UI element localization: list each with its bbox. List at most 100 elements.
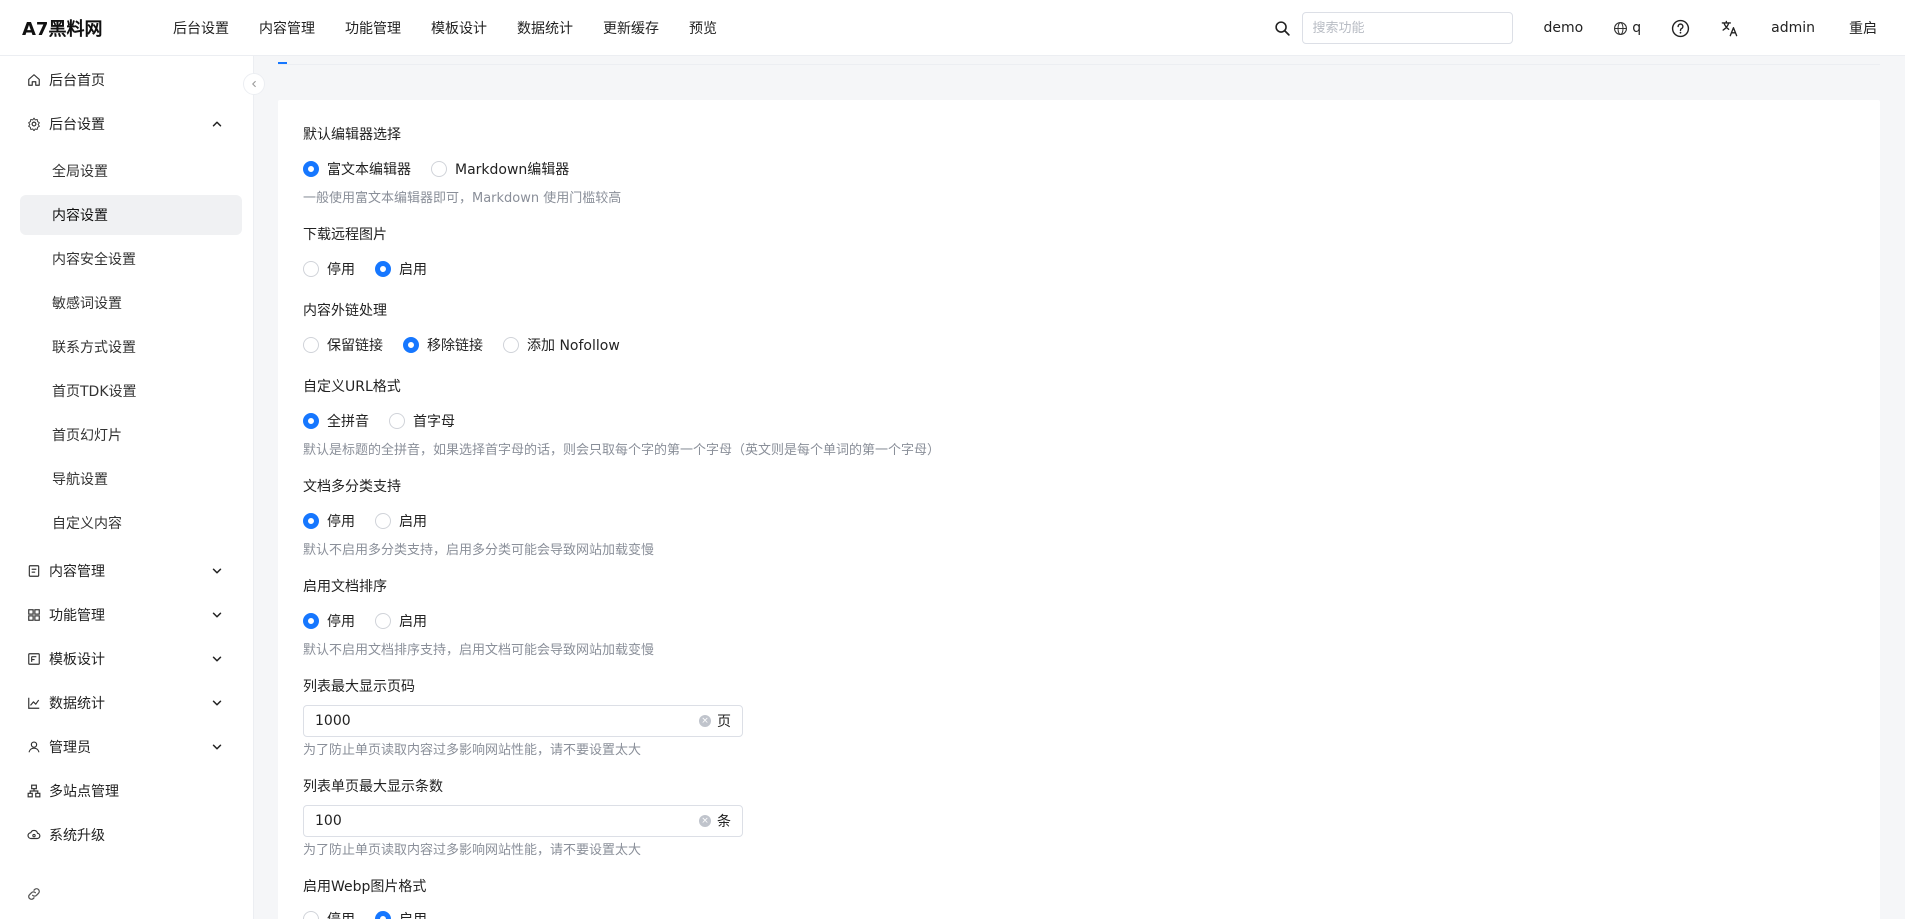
translate-icon[interactable] (1720, 19, 1739, 38)
remote-images-radio-group: 停用 启用 (303, 259, 447, 279)
sidebar-subitem-content-settings[interactable]: 内容设置 (20, 195, 242, 235)
radio-checked-dot (303, 513, 319, 529)
sidebar-item-administrators[interactable]: 管理员 (20, 727, 242, 767)
top-nav: 后台设置 内容管理 功能管理 模板设计 数据统计 更新缓存 预览 (158, 0, 732, 56)
top-right-tools: demo q admin 重启 (1272, 0, 1905, 56)
multi-category-option-on[interactable]: 启用 (375, 511, 427, 531)
max-pages-hint: 为了防止单页读取内容过多影响网站性能，请不要设置太大 (303, 743, 642, 758)
sidebar: 后台首页 后台设置 全局设置 内容设置 内容安全设置 敏感词设置 联系方式设置 … (0, 56, 254, 919)
globe-icon (1613, 21, 1628, 36)
sidebar-item-label: 系统升级 (49, 828, 105, 844)
search-input[interactable] (1301, 12, 1513, 44)
editor-option-markdown[interactable]: Markdown编辑器 (431, 159, 569, 179)
webp-option-on[interactable]: 启用 (375, 909, 427, 919)
line-chart-icon (26, 695, 42, 711)
topnav-content-management[interactable]: 内容管理 (244, 0, 330, 56)
topnav-template-design[interactable]: 模板设计 (416, 0, 502, 56)
sidebar-item-statistics[interactable]: 数据统计 (20, 683, 242, 723)
webp-option-off[interactable]: 停用 (303, 909, 355, 919)
sidebar-item-multisite[interactable]: 多站点管理 (20, 771, 242, 811)
radio-dot (389, 413, 405, 429)
language-switch[interactable]: q (1613, 20, 1641, 36)
radio-label: 首字母 (413, 414, 455, 430)
topnav-update-cache[interactable]: 更新缓存 (588, 0, 674, 56)
radio-label: 停用 (327, 262, 355, 278)
radio-label: 启用 (399, 909, 427, 919)
multi-category-hint: 默认不启用多分类支持，启用多分类可能会导致网站加载变慢 (303, 543, 655, 558)
max-pages-suffix: 页 (717, 714, 731, 730)
external-links-option-remove[interactable]: 移除链接 (403, 335, 483, 355)
sidebar-collapse-button[interactable] (243, 73, 265, 95)
remote-images-label: 下载远程图片 (303, 227, 387, 243)
url-format-radio-group: 全拼音 首字母 (303, 411, 475, 431)
brand-logo[interactable]: A7黑料网 (0, 15, 150, 41)
sidebar-item-dashboard[interactable]: 后台首页 (20, 60, 242, 100)
url-format-hint: 默认是标题的全拼音，如果选择首字母的话，则会只取每个字的第一个字母（英文则是每个… (303, 443, 941, 458)
sidebar-subitem-contact-settings[interactable]: 联系方式设置 (20, 327, 242, 367)
sidebar-subitem-sensitive-words[interactable]: 敏感词设置 (20, 283, 242, 323)
radio-checked-dot (303, 161, 319, 177)
sidebar-subitem-custom-content[interactable]: 自定义内容 (20, 503, 242, 543)
help-icon[interactable] (1671, 19, 1690, 38)
chevron-up-icon (212, 121, 222, 127)
max-pages-input[interactable]: 1000 × 页 (303, 705, 743, 737)
cluster-icon (26, 783, 42, 799)
multi-category-label: 文档多分类支持 (303, 479, 401, 495)
sidebar-subitem-navigation[interactable]: 导航设置 (20, 459, 242, 499)
doc-sort-option-on[interactable]: 启用 (375, 611, 427, 631)
editor-option-richtext[interactable]: 富文本编辑器 (303, 159, 411, 179)
sidebar-item-label: 内容管理 (49, 564, 105, 580)
site-switch[interactable]: demo (1544, 20, 1584, 36)
radio-checked-dot (375, 911, 391, 919)
topnav-preview[interactable]: 预览 (674, 0, 732, 56)
sidebar-item-label: 管理员 (49, 740, 91, 756)
sidebar-item-label: 数据统计 (49, 696, 105, 712)
remote-images-option-on[interactable]: 启用 (375, 259, 427, 279)
radio-dot (303, 911, 319, 919)
search-icon[interactable] (1272, 17, 1294, 39)
max-items-label: 列表单页最大显示条数 (303, 779, 443, 795)
sidebar-item-content-management[interactable]: 内容管理 (20, 551, 242, 591)
webp-label: 启用Webp图片格式 (303, 879, 427, 895)
multi-category-option-off[interactable]: 停用 (303, 511, 355, 531)
radio-dot (375, 513, 391, 529)
user-icon (26, 739, 42, 755)
sidebar-item-backend-settings[interactable]: 后台设置 (20, 104, 242, 144)
user-menu[interactable]: admin (1771, 20, 1815, 36)
radio-checked-dot (375, 261, 391, 277)
max-items-input[interactable]: 100 × 条 (303, 805, 743, 837)
chevron-down-icon (212, 744, 222, 750)
sidebar-item-template-design[interactable]: 模板设计 (20, 639, 242, 679)
restart-button[interactable]: 重启 (1849, 18, 1877, 38)
clear-icon[interactable]: × (699, 715, 711, 727)
topnav-feature-management[interactable]: 功能管理 (330, 0, 416, 56)
editor-hint: 一般使用富文本编辑器即可，Markdown 使用门槛较高 (303, 191, 622, 206)
editor-radio-group: 富文本编辑器 Markdown编辑器 (303, 159, 589, 179)
template-icon (26, 651, 42, 667)
clear-icon[interactable]: × (699, 815, 711, 827)
radio-label: 全拼音 (327, 414, 369, 430)
external-links-option-keep[interactable]: 保留链接 (303, 335, 383, 355)
topnav-statistics[interactable]: 数据统计 (502, 0, 588, 56)
radio-label: 启用 (399, 614, 427, 630)
max-pages-value: 1000 (315, 713, 351, 729)
home-icon (26, 72, 42, 88)
sidebar-subitem-global-settings[interactable]: 全局设置 (20, 151, 242, 191)
external-links-option-nofollow[interactable]: 添加 Nofollow (503, 335, 620, 355)
sidebar-item-feature-management[interactable]: 功能管理 (20, 595, 242, 635)
radio-label: 停用 (327, 514, 355, 530)
doc-sort-option-off[interactable]: 停用 (303, 611, 355, 631)
radio-dot (303, 261, 319, 277)
url-format-option-initials[interactable]: 首字母 (389, 411, 455, 431)
topnav-backend-settings[interactable]: 后台设置 (158, 0, 244, 56)
url-format-option-pinyin[interactable]: 全拼音 (303, 411, 369, 431)
sidebar-item-system-upgrade[interactable]: 系统升级 (20, 815, 242, 855)
sidebar-subitem-home-slides[interactable]: 首页幻灯片 (20, 415, 242, 455)
editor-label: 默认编辑器选择 (303, 127, 401, 143)
sidebar-subitem-content-security[interactable]: 内容安全设置 (20, 239, 242, 279)
settings-form-card (278, 100, 1880, 919)
radio-dot (503, 337, 519, 353)
sidebar-subitem-home-tdk[interactable]: 首页TDK设置 (20, 371, 242, 411)
link-icon[interactable] (26, 886, 42, 902)
remote-images-option-off[interactable]: 停用 (303, 259, 355, 279)
